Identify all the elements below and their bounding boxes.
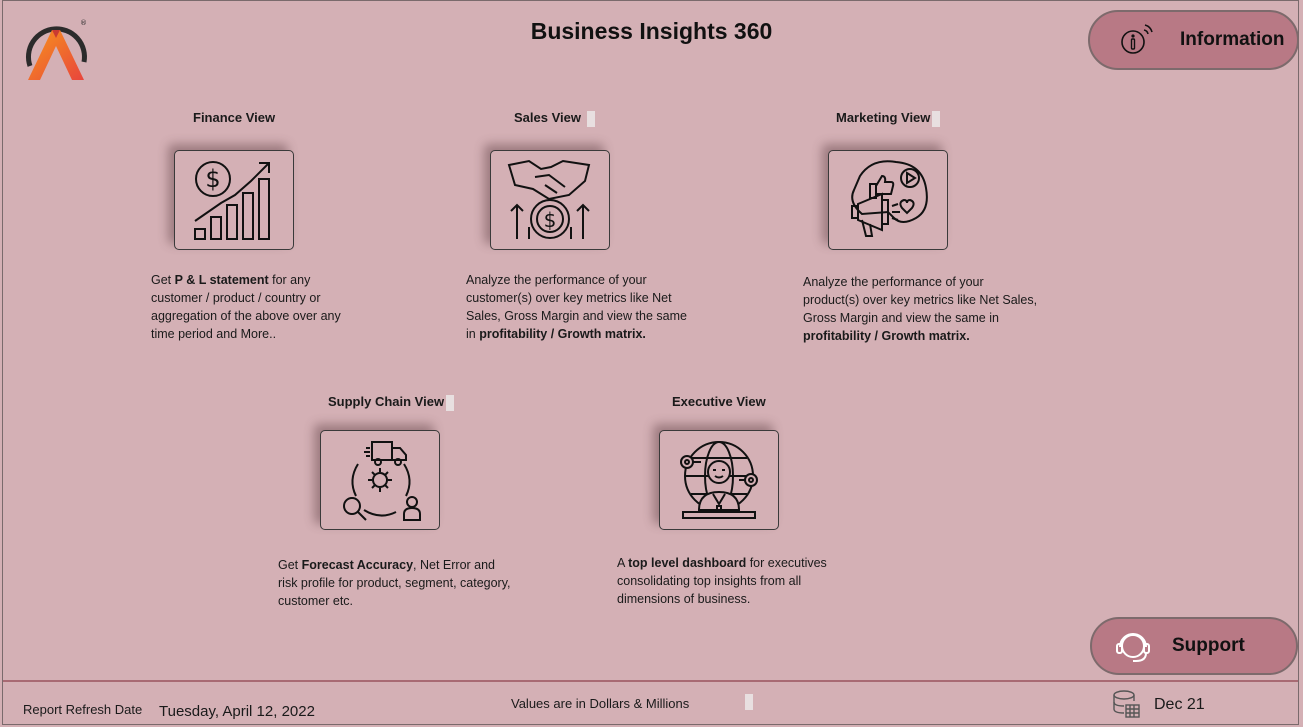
supply-chain-view-description: Get Forecast Accuracy, Net Error and ris… (278, 556, 514, 610)
finance-view-title: Finance View (193, 110, 276, 125)
description-text: Analyze the performance of your product(… (803, 275, 1038, 325)
info-icon (1121, 24, 1153, 54)
executive-view-description: A top level dashboard for executives con… (617, 554, 847, 608)
values-note: Values are in Dollars & Millions (511, 696, 690, 711)
finance-growth-icon: $ (194, 161, 270, 240)
megaphone-social-icon (851, 160, 928, 237)
calendar-database-icon (1113, 690, 1140, 718)
executive-view-button[interactable] (659, 430, 779, 530)
information-label: Information (1180, 29, 1285, 50)
description-text: Get (151, 273, 175, 287)
sales-view-button[interactable]: $ (490, 150, 610, 250)
description-highlight: profitability / Growth matrix. (479, 327, 646, 341)
information-button[interactable]: Information (1088, 10, 1299, 70)
refresh-date-label: Report Refresh Date (23, 702, 143, 717)
headset-support-icon (1116, 633, 1150, 662)
marketing-view-title: Marketing View (836, 110, 941, 127)
finance-view-button[interactable]: $ (174, 150, 294, 250)
marketing-view-label: Marketing View (836, 110, 931, 125)
supply-chain-cycle-icon (343, 441, 421, 521)
support-label: Support (1172, 635, 1245, 656)
description-highlight: Forecast Accuracy (301, 558, 414, 572)
description-text: Get (278, 558, 302, 572)
visual-marker (932, 110, 941, 127)
svg-text:$: $ (205, 165, 220, 193)
description-highlight: top level dashboard (628, 556, 747, 570)
supply-chain-view-title: Supply Chain View (328, 394, 455, 411)
footer-divider (3, 680, 1298, 682)
executive-globe-icon (680, 441, 758, 519)
visual-marker (446, 394, 455, 411)
refresh-date-value: Tuesday, April 12, 2022 (159, 703, 315, 720)
svg-text:$: $ (544, 208, 557, 232)
description-highlight: P & L statement (174, 273, 269, 287)
description-text: A (617, 556, 629, 570)
executive-view-title: Executive View (672, 394, 766, 409)
visual-marker (586, 110, 595, 127)
period-value: Dec 21 (1154, 696, 1205, 713)
marketing-view-description: Analyze the performance of your product(… (803, 273, 1043, 345)
visual-marker (745, 694, 753, 710)
handshake-money-icon: $ (507, 159, 591, 239)
sales-view-title: Sales View (514, 110, 595, 127)
supply-chain-view-label: Supply Chain View (328, 394, 445, 409)
description-highlight: profitability / Growth matrix. (803, 329, 970, 343)
sales-view-description: Analyze the performance of your customer… (466, 271, 692, 343)
sales-view-label: Sales View (514, 110, 581, 125)
supply-chain-view-button[interactable] (320, 430, 440, 530)
finance-view-description: Get P & L statement for any customer / p… (151, 271, 356, 343)
marketing-view-button[interactable] (828, 150, 948, 250)
page-frame (2, 0, 1299, 725)
support-button[interactable]: Support (1090, 617, 1298, 675)
